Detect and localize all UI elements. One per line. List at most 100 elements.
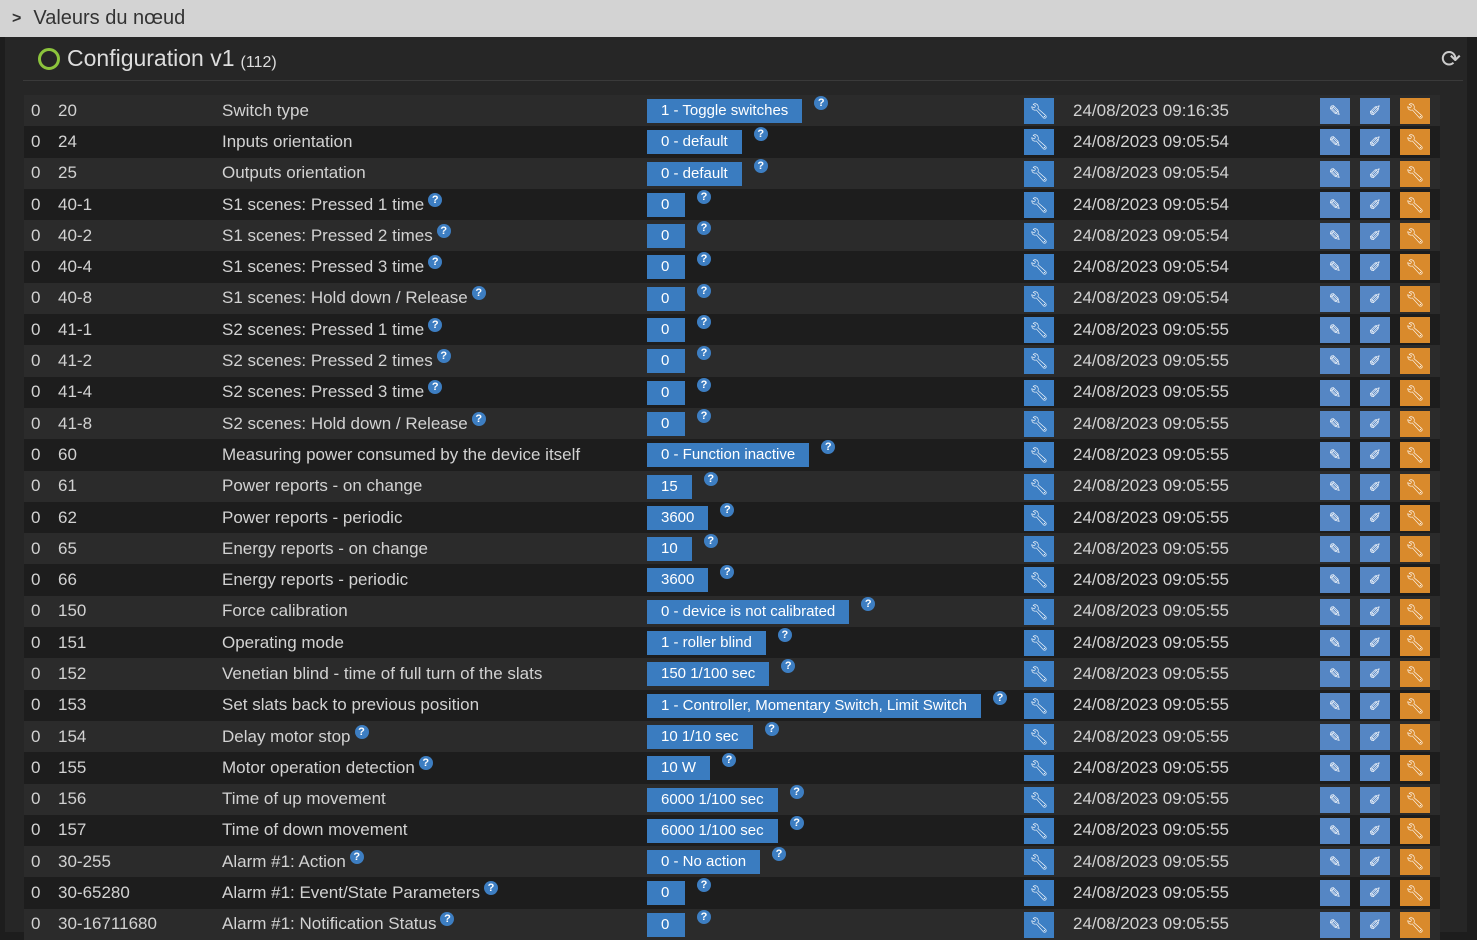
help-icon[interactable]: ?	[777, 628, 792, 643]
help-icon[interactable]: ?	[764, 721, 779, 736]
help-icon[interactable]: ?	[471, 286, 486, 301]
wrench-icon[interactable]: 🔧︎	[1400, 598, 1430, 625]
wrench-icon[interactable]: 🔧︎	[1400, 285, 1430, 312]
value-badge[interactable]: 1 - roller blind	[647, 631, 766, 656]
value-badge[interactable]: 0 - device is not calibrated	[647, 599, 850, 624]
eyedropper-icon[interactable]: ✐	[1360, 598, 1390, 625]
help-icon[interactable]: ?	[418, 755, 433, 770]
wrench-icon[interactable]: 🔧︎	[1024, 473, 1054, 500]
value-badge[interactable]: 6000 1/100 sec	[647, 787, 778, 812]
help-icon[interactable]: ?	[697, 377, 711, 392]
refresh-icon[interactable]: ⟳	[1441, 45, 1461, 74]
help-icon[interactable]: ?	[436, 223, 451, 238]
value-badge[interactable]: 3600	[647, 568, 709, 593]
wrench-icon[interactable]: 🔧︎	[1400, 379, 1430, 406]
help-icon[interactable]: ?	[697, 315, 711, 330]
help-icon[interactable]: ?	[789, 815, 804, 830]
wrench-icon[interactable]: 🔧︎	[1400, 630, 1430, 657]
pencil-icon[interactable]: ✎	[1320, 630, 1350, 657]
wrench-icon[interactable]: 🔧︎	[1400, 849, 1430, 876]
wrench-icon[interactable]: 🔧︎	[1400, 504, 1430, 531]
eyedropper-icon[interactable]: ✐	[1360, 410, 1390, 437]
eyedropper-icon[interactable]: ✐	[1360, 160, 1390, 187]
value-badge[interactable]: 150 1/100 sec	[647, 662, 770, 687]
pencil-icon[interactable]: ✎	[1320, 504, 1350, 531]
wrench-icon[interactable]: 🔧︎	[1400, 911, 1430, 938]
wrench-icon[interactable]: 🔧︎	[1024, 160, 1054, 187]
help-icon[interactable]: ?	[789, 784, 804, 799]
wrench-icon[interactable]: 🔧︎	[1400, 567, 1430, 594]
pencil-icon[interactable]: ✎	[1320, 410, 1350, 437]
value-badge[interactable]: 10	[647, 537, 692, 562]
help-icon[interactable]: ?	[697, 878, 711, 893]
eyedropper-icon[interactable]: ✐	[1360, 254, 1390, 281]
wrench-icon[interactable]: 🔧︎	[1400, 692, 1430, 719]
help-icon[interactable]: ?	[697, 189, 711, 204]
pencil-icon[interactable]: ✎	[1320, 661, 1350, 688]
help-icon[interactable]: ?	[697, 909, 711, 924]
wrench-icon[interactable]: 🔧︎	[1400, 191, 1430, 218]
help-icon[interactable]: ?	[428, 192, 443, 207]
eyedropper-icon[interactable]: ✐	[1360, 536, 1390, 563]
eyedropper-icon[interactable]: ✐	[1360, 755, 1390, 782]
value-badge[interactable]: 1 - Toggle switches	[647, 99, 803, 123]
pencil-icon[interactable]: ✎	[1320, 755, 1350, 782]
wrench-icon[interactable]: 🔧︎	[1400, 98, 1430, 124]
help-icon[interactable]: ?	[354, 724, 369, 739]
eyedropper-icon[interactable]: ✐	[1360, 379, 1390, 406]
eyedropper-icon[interactable]: ✐	[1360, 285, 1390, 312]
wrench-icon[interactable]: 🔧︎	[1024, 317, 1054, 344]
wrench-icon[interactable]: 🔧︎	[1024, 223, 1054, 250]
help-icon[interactable]: ?	[428, 255, 443, 270]
value-badge[interactable]: 0	[647, 380, 685, 405]
help-icon[interactable]: ?	[697, 252, 711, 267]
value-badge[interactable]: 0 - default	[647, 130, 742, 155]
pencil-icon[interactable]: ✎	[1320, 129, 1350, 156]
wrench-icon[interactable]: 🔧︎	[1024, 442, 1054, 469]
wrench-icon[interactable]: 🔧︎	[1024, 786, 1054, 813]
wrench-icon[interactable]: 🔧︎	[1400, 317, 1430, 344]
pencil-icon[interactable]: ✎	[1320, 223, 1350, 250]
wrench-icon[interactable]: 🔧︎	[1400, 755, 1430, 782]
value-badge[interactable]: 0	[647, 286, 685, 311]
help-icon[interactable]: ?	[697, 283, 711, 298]
eyedropper-icon[interactable]: ✐	[1360, 567, 1390, 594]
wrench-icon[interactable]: 🔧︎	[1400, 410, 1430, 437]
wrench-icon[interactable]: 🔧︎	[1400, 723, 1430, 750]
wrench-icon[interactable]: 🔧︎	[1400, 817, 1430, 844]
value-badge[interactable]: 0	[647, 192, 685, 217]
value-badge[interactable]: 15	[647, 474, 692, 499]
value-badge[interactable]: 6000 1/100 sec	[647, 818, 778, 843]
help-icon[interactable]: ?	[722, 753, 737, 768]
value-badge[interactable]: 0 - default	[647, 161, 742, 186]
wrench-icon[interactable]: 🔧︎	[1400, 880, 1430, 907]
wrench-icon[interactable]: 🔧︎	[1024, 129, 1054, 156]
pencil-icon[interactable]: ✎	[1320, 911, 1350, 938]
wrench-icon[interactable]: 🔧︎	[1400, 129, 1430, 156]
wrench-icon[interactable]: 🔧︎	[1400, 160, 1430, 187]
eyedropper-icon[interactable]: ✐	[1360, 849, 1390, 876]
eyedropper-icon[interactable]: ✐	[1360, 191, 1390, 218]
help-icon[interactable]: ?	[436, 349, 451, 364]
pencil-icon[interactable]: ✎	[1320, 849, 1350, 876]
value-badge[interactable]: 0	[647, 224, 685, 249]
wrench-icon[interactable]: 🔧︎	[1400, 442, 1430, 469]
wrench-icon[interactable]: 🔧︎	[1024, 98, 1054, 124]
wrench-icon[interactable]: 🔧︎	[1024, 379, 1054, 406]
wrench-icon[interactable]: 🔧︎	[1024, 755, 1054, 782]
wrench-icon[interactable]: 🔧︎	[1400, 348, 1430, 375]
wrench-icon[interactable]: 🔧︎	[1400, 473, 1430, 500]
eyedropper-icon[interactable]: ✐	[1360, 723, 1390, 750]
wrench-icon[interactable]: 🔧︎	[1400, 661, 1430, 688]
pencil-icon[interactable]: ✎	[1320, 786, 1350, 813]
wrench-icon[interactable]: 🔧︎	[1024, 567, 1054, 594]
value-badge[interactable]: 10 W	[647, 756, 711, 781]
eyedropper-icon[interactable]: ✐	[1360, 630, 1390, 657]
value-badge[interactable]: 0	[647, 881, 685, 906]
help-icon[interactable]: ?	[703, 534, 718, 549]
eyedropper-icon[interactable]: ✐	[1360, 442, 1390, 469]
eyedropper-icon[interactable]: ✐	[1360, 786, 1390, 813]
wrench-icon[interactable]: 🔧︎	[1024, 285, 1054, 312]
help-icon[interactable]: ?	[753, 158, 768, 173]
node-values-header[interactable]: > Valeurs du nœud	[0, 0, 1477, 37]
